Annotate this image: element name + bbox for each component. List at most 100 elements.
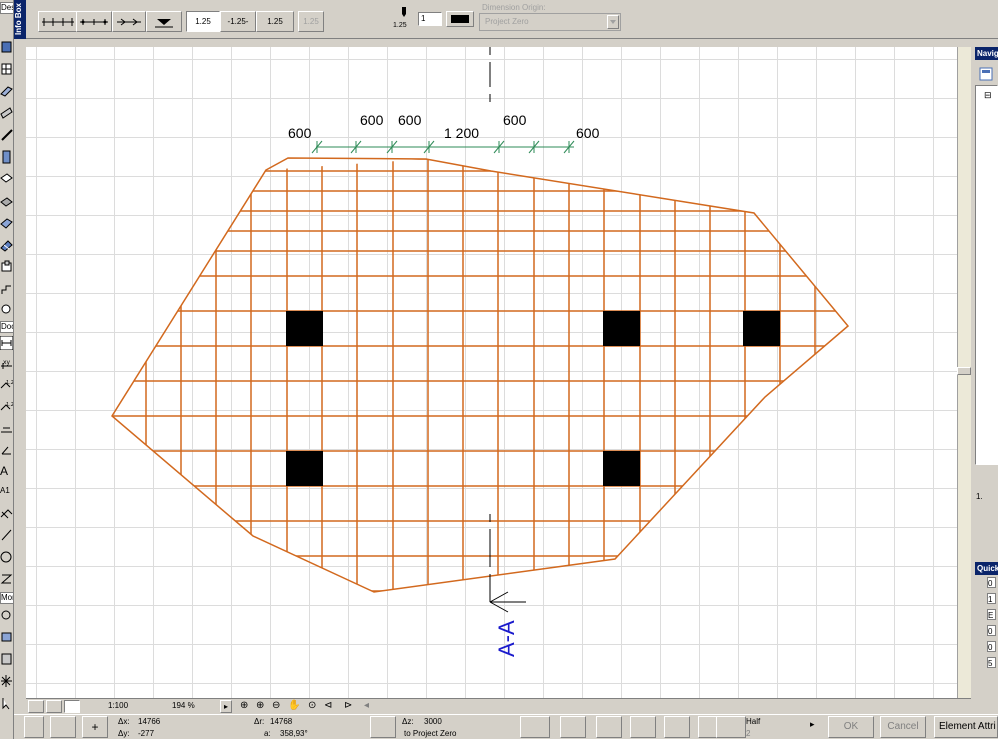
dimension-tool-icon[interactable] [0, 336, 13, 350]
delta-z-value[interactable]: 3000 [424, 717, 442, 726]
window-tool-icon[interactable] [0, 106, 13, 120]
spline-tool-icon[interactable] [0, 572, 13, 586]
lamp-tool-icon[interactable] [0, 172, 13, 186]
circle-tool-icon[interactable] [0, 550, 13, 564]
check-constrain-icon[interactable] [630, 716, 656, 738]
ok-button[interactable]: OK [828, 716, 874, 738]
arrow-tool-icon[interactable] [0, 696, 13, 710]
beam-tool-icon[interactable] [0, 84, 13, 98]
floor-plan-canvas[interactable]: 600 600 600 1 200 600 600 A-A [26, 47, 957, 698]
scale-value[interactable]: 1:100 [108, 701, 128, 710]
sun-tool-icon[interactable] [0, 674, 13, 688]
label-tool-icon[interactable]: A1 [0, 486, 13, 500]
fit-icon[interactable] [64, 700, 80, 713]
snap-menu-arrow[interactable]: ▸ [810, 719, 815, 730]
angle-dimension-icon[interactable] [0, 444, 13, 458]
quick-option-row[interactable]: 5 [977, 657, 998, 669]
mesh-tool-icon[interactable] [0, 238, 13, 252]
quick-option-row[interactable]: 0 [977, 625, 998, 637]
quick-option-row[interactable]: 1 [977, 593, 998, 605]
play-icon[interactable]: ▸ [220, 700, 232, 713]
navigator-tree-item[interactable]: 1. [976, 492, 983, 501]
quick-option-row[interactable]: 0 [977, 577, 998, 589]
roof-tool-icon[interactable] [0, 216, 13, 230]
zoom-in-icon[interactable]: ⊕ [240, 700, 248, 711]
elevation-dimension-icon[interactable]: 1.2 [0, 400, 13, 414]
navigator-tree[interactable]: ⊟ [975, 85, 998, 465]
section-line[interactable] [489, 47, 526, 613]
pen-number-field[interactable]: 1 [418, 12, 442, 26]
text-tool-icon[interactable]: A [0, 464, 13, 478]
door-tool-icon[interactable] [0, 128, 13, 142]
preview-icon[interactable] [46, 700, 62, 713]
construction-grid-icon[interactable] [50, 716, 76, 738]
section-label: A-A [494, 620, 519, 657]
marker-size-2-button[interactable]: -1.25- [220, 11, 256, 32]
fit-in-window-icon[interactable]: ⊙ [308, 700, 316, 711]
pen-color-button[interactable] [446, 11, 474, 27]
zone-tool-icon[interactable] [0, 260, 13, 274]
dimension-type-3-button[interactable] [112, 11, 146, 32]
delta-y-value[interactable]: -277 [138, 729, 154, 738]
dimension-type-2-button[interactable] [76, 11, 112, 32]
camera-tool-icon[interactable] [0, 302, 13, 316]
tree-collapse-icon[interactable]: ⊟ [984, 90, 992, 101]
column-2[interactable] [603, 311, 640, 346]
level-dimension-icon[interactable]: 1.2 [0, 378, 13, 392]
snap-grid-icon[interactable] [24, 716, 44, 738]
delta-r-value[interactable]: 14768 [270, 717, 292, 726]
dimension-label-3: 600 [398, 112, 422, 128]
wall-tool-icon[interactable] [0, 40, 13, 54]
stair-tool-icon[interactable] [0, 282, 13, 296]
fill-tool-icon[interactable] [0, 506, 13, 520]
hotspot-tool-icon[interactable] [0, 608, 13, 622]
radial-dimension-icon[interactable] [0, 422, 13, 436]
snap-mode-label[interactable]: Half [746, 717, 760, 726]
zoom-out-icon[interactable]: ⊖ [272, 700, 280, 711]
cancel-button[interactable]: Cancel [880, 716, 926, 738]
quick-option-row[interactable]: E [977, 609, 998, 621]
dimension-label-5: 600 [503, 112, 527, 128]
marker-size-1-button[interactable]: 1.25 [186, 11, 220, 32]
line-tool-icon[interactable] [0, 528, 13, 542]
column-1[interactable] [286, 311, 323, 346]
column-tool-icon[interactable] [0, 62, 13, 76]
marker-type-button[interactable] [146, 11, 182, 32]
column-5[interactable] [603, 451, 640, 486]
navigator-project-icon[interactable] [978, 66, 998, 82]
vertical-scrollbar-thumb[interactable] [957, 367, 971, 375]
checkmark-icon[interactable] [596, 716, 622, 738]
angle-value[interactable]: 358,93° [280, 729, 308, 738]
next-zoom-icon[interactable]: ⊳ [344, 700, 352, 711]
gravity-icon[interactable] [664, 716, 690, 738]
linear-dimension-icon[interactable]: xy [0, 358, 13, 372]
view-mode-icon[interactable] [28, 700, 44, 713]
column-4[interactable] [286, 451, 323, 486]
slab-outline[interactable] [111, 157, 850, 593]
element-attributes-button[interactable]: Element Attri [934, 716, 998, 738]
quick-option-row[interactable]: 0 [977, 641, 998, 653]
zoom-value[interactable]: 194 % [172, 701, 195, 710]
elevation-icon[interactable] [370, 716, 396, 738]
special-snap-icon[interactable] [716, 716, 746, 738]
dimension-chain[interactable] [311, 140, 575, 154]
drawing-tool-icon[interactable] [0, 652, 13, 666]
magic-wand-icon[interactable] [520, 716, 550, 738]
object-tool-icon[interactable] [0, 150, 13, 164]
zoom-in-magnifier-icon[interactable]: ⊕ [256, 700, 264, 711]
scroll-left-icon[interactable]: ◂ [364, 700, 369, 711]
delta-x-value[interactable]: 14766 [138, 717, 160, 726]
slab-tool-icon[interactable] [0, 194, 13, 208]
figure-tool-icon[interactable] [0, 630, 13, 644]
pencil-icon[interactable] [560, 716, 586, 738]
chevron-down-icon[interactable] [607, 15, 619, 29]
dimension-origin-select[interactable]: Project Zero [479, 13, 621, 31]
pan-icon[interactable]: ✋ [288, 700, 300, 711]
column-3[interactable] [743, 311, 780, 346]
marker-size-3-button[interactable]: 1.25 [256, 11, 294, 32]
add-coordinate-icon[interactable]: + [82, 716, 108, 738]
dimension-type-1-button[interactable] [38, 11, 78, 32]
previous-zoom-icon[interactable]: ⊲ [324, 700, 332, 711]
marker-size-4-button[interactable]: 1.25 [298, 11, 324, 32]
delta-r-label: Δr: [254, 717, 265, 726]
